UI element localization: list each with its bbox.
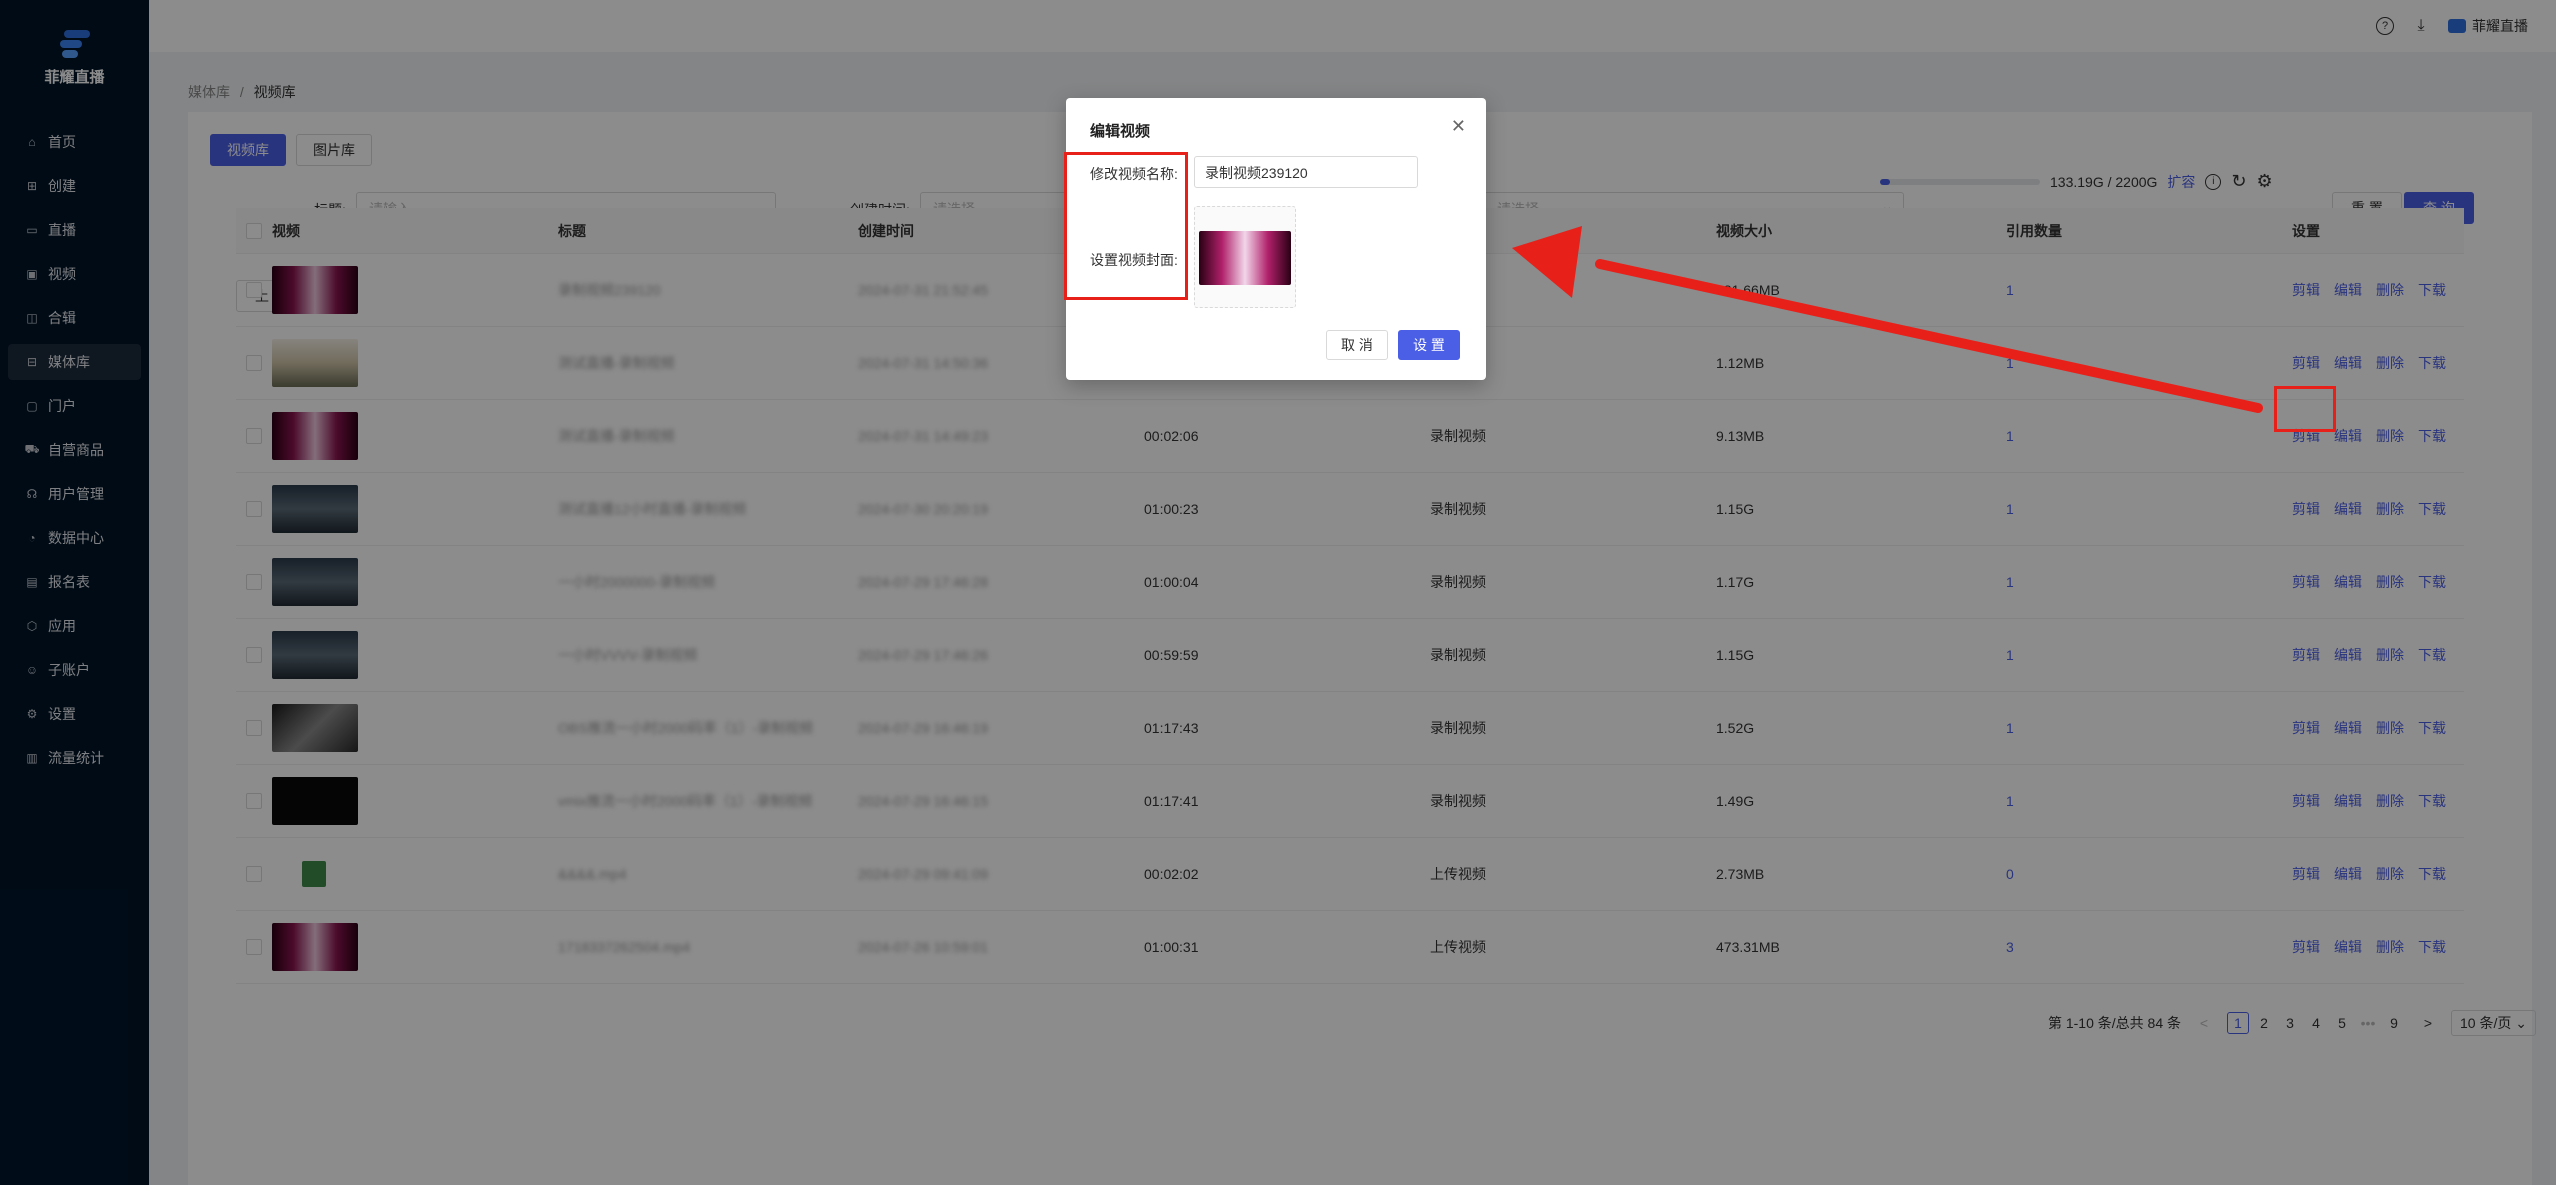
video-name-input[interactable]: 录制视频239120 [1194, 156, 1418, 188]
annotation-highlight-clip [2274, 386, 2336, 432]
modal-title: 编辑视频 [1090, 123, 1151, 140]
cancel-button[interactable]: 取 消 [1326, 330, 1388, 360]
cover-thumbnail [1199, 231, 1291, 285]
cover-upload[interactable] [1194, 206, 1296, 308]
confirm-button[interactable]: 设 置 [1398, 330, 1460, 360]
annotation-highlight-labels [1064, 152, 1188, 300]
close-icon[interactable]: ✕ [1451, 116, 1466, 137]
